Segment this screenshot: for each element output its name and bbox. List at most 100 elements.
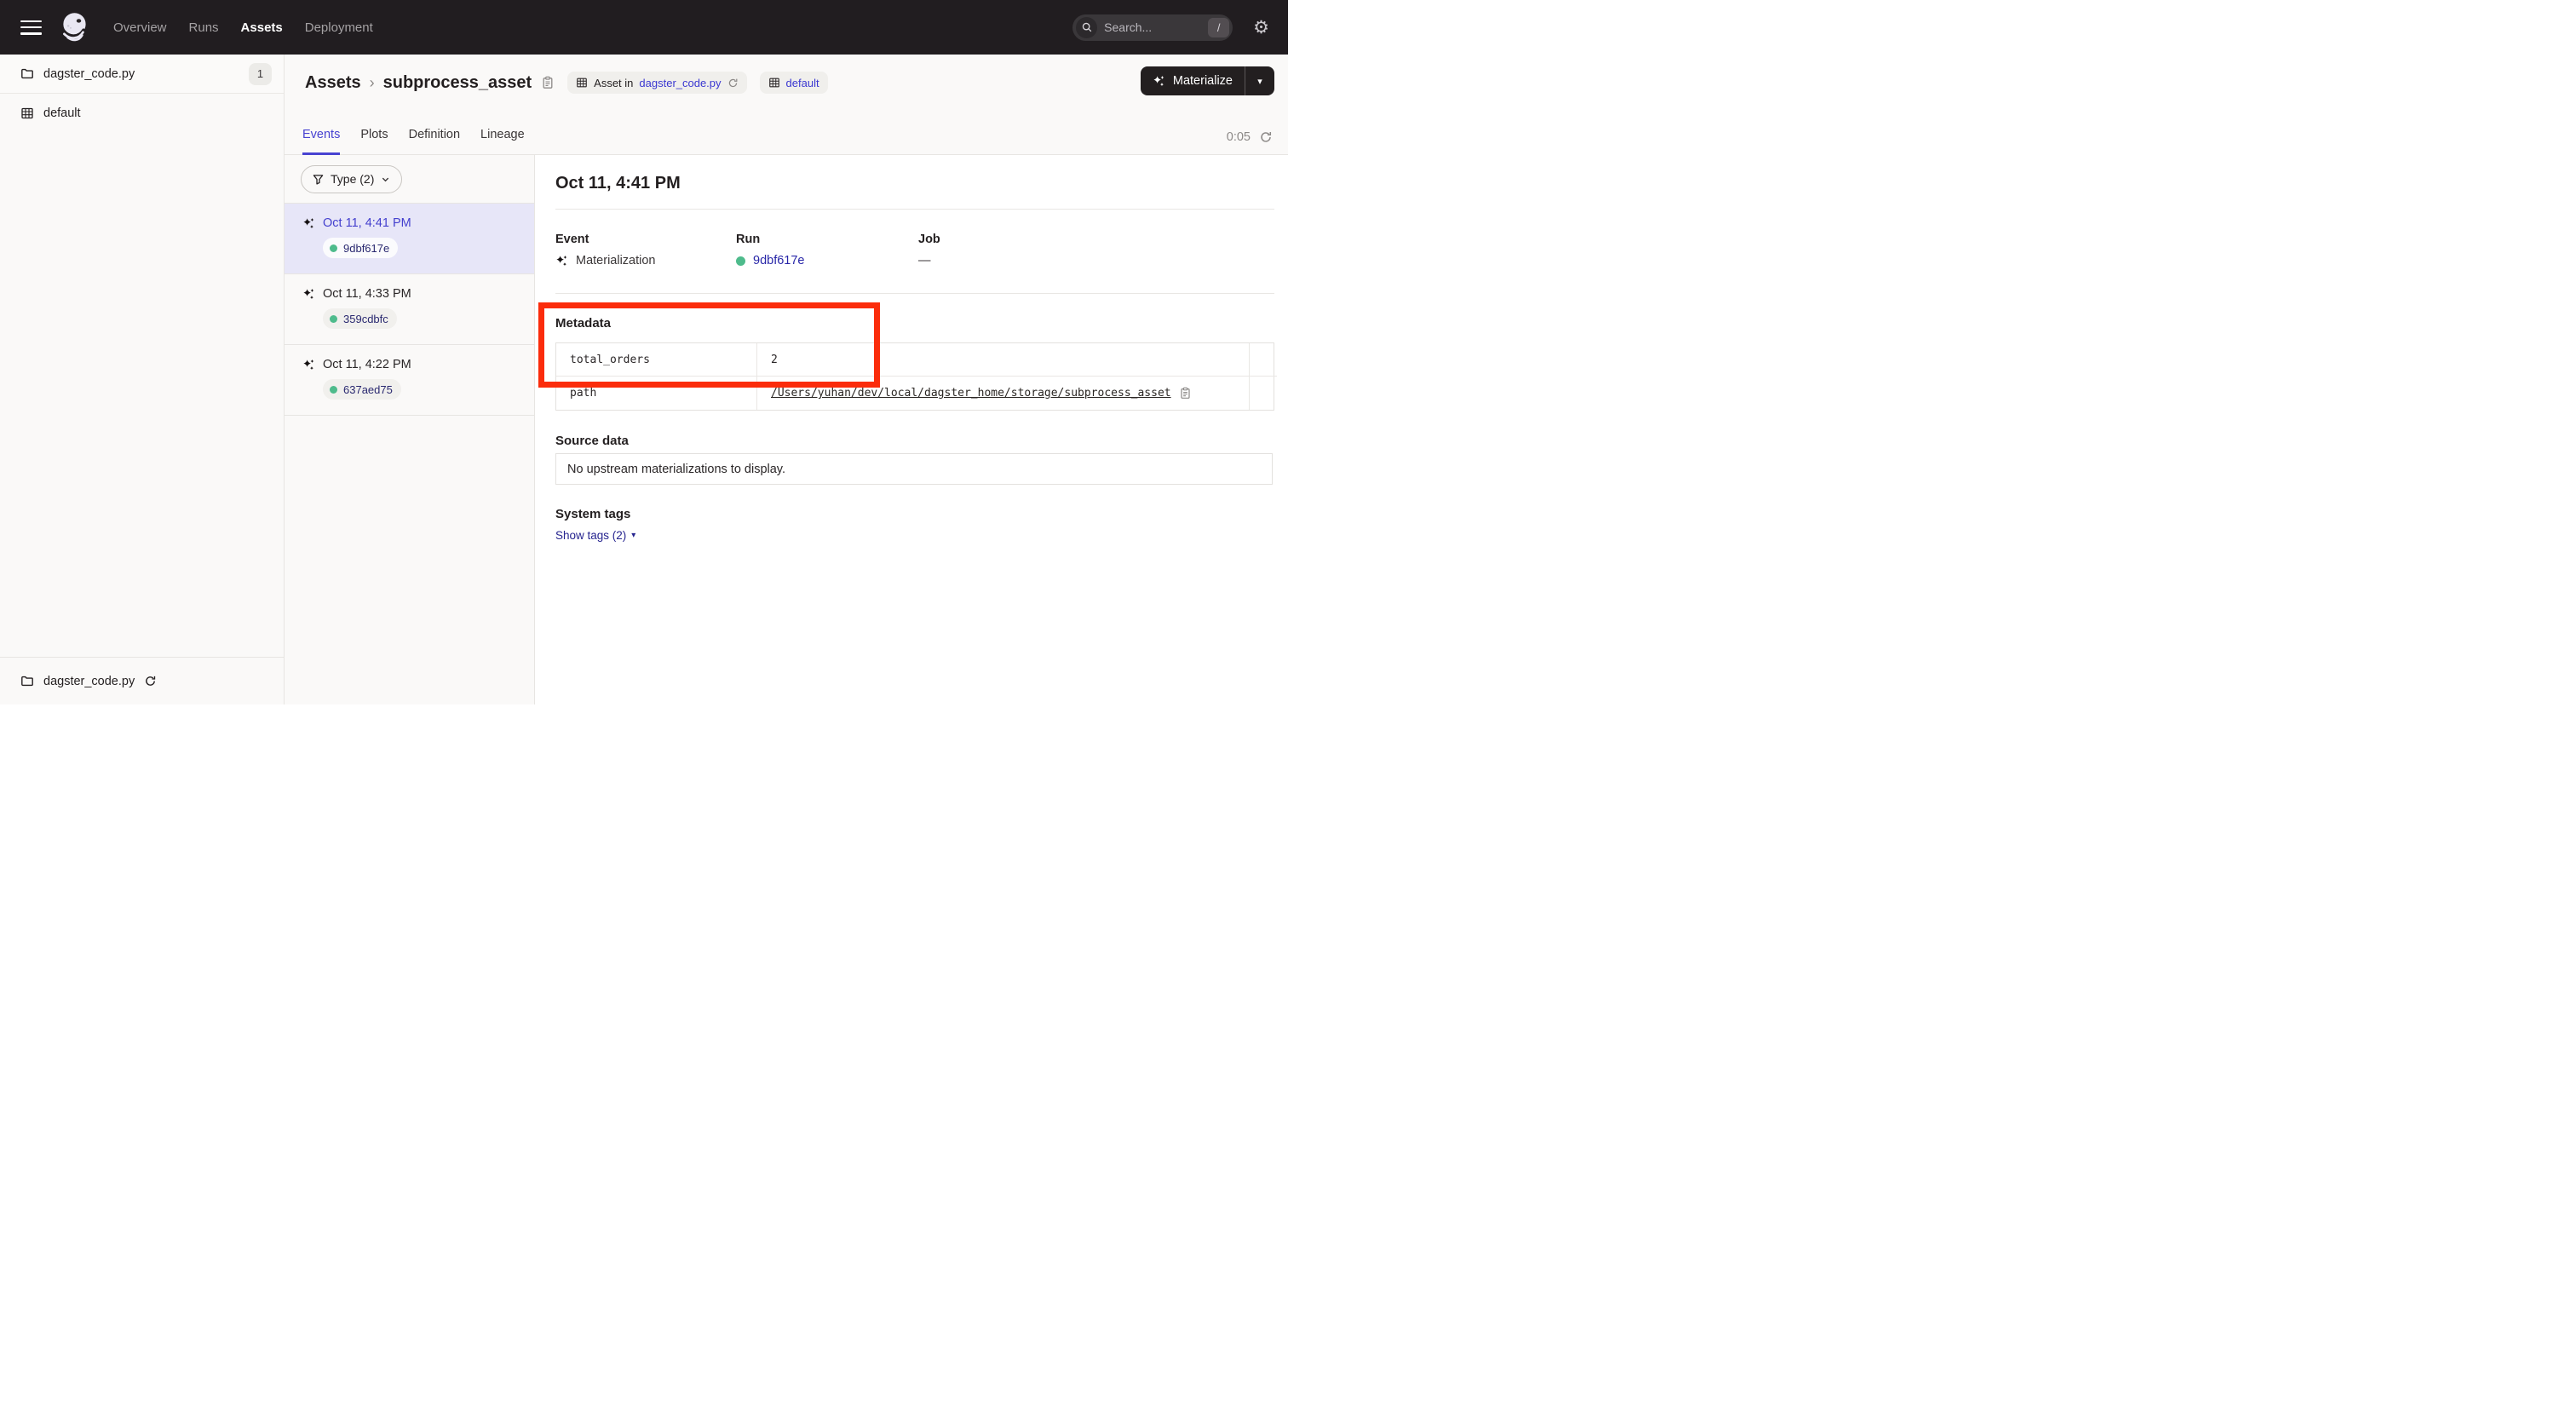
asset-location-tag: Asset in dagster_code.py <box>567 72 746 94</box>
source-data-heading: Source data <box>555 434 1274 448</box>
show-tags-toggle[interactable]: Show tags (2) ▾ <box>555 529 635 542</box>
tab-plots[interactable]: Plots <box>360 128 388 155</box>
refresh-countdown: 0:05 <box>1227 130 1251 144</box>
type-filter-label: Type (2) <box>331 172 374 186</box>
metadata-value-cell: 2 <box>757 343 1250 377</box>
refresh-icon[interactable] <box>1259 130 1273 144</box>
copy-path-icon[interactable] <box>1179 387 1192 400</box>
run-label: Run <box>736 233 918 246</box>
materialize-button[interactable]: Materialize <box>1141 74 1245 88</box>
run-id-pill[interactable]: 9dbf617e <box>323 238 398 258</box>
events-content: Type (2) Oct 11, 4:41 PM <box>285 155 1288 704</box>
event-timestamp-link[interactable]: Oct 11, 4:33 PM <box>323 287 411 301</box>
breadcrumb-assets-link[interactable]: Assets <box>305 73 361 93</box>
sidebar-item-label: default <box>43 106 81 120</box>
funnel-icon <box>313 174 324 185</box>
global-search[interactable]: / <box>1072 14 1233 41</box>
sidebar-bottom-dock: dagster_code.py <box>0 657 284 704</box>
run-id-pill[interactable]: 637aed75 <box>323 379 401 400</box>
code-location-link[interactable]: dagster_code.py <box>639 77 721 89</box>
materialize-label: Materialize <box>1173 74 1233 88</box>
type-filter-button[interactable]: Type (2) <box>301 165 402 193</box>
metadata-heading: Metadata <box>555 316 1274 331</box>
sidebar-item-default-group[interactable]: default <box>0 94 284 133</box>
sidebar-item-label: dagster_code.py <box>43 67 135 81</box>
search-shortcut-badge: / <box>1208 18 1229 37</box>
main-panel: Assets › subprocess_asset Asset in dagst… <box>285 55 1288 704</box>
run-summary-col: Run 9dbf617e <box>736 233 918 267</box>
event-list-item[interactable]: Oct 11, 4:41 PM 9dbf617e <box>285 204 534 274</box>
metadata-key-cell: total_orders <box>556 343 757 377</box>
job-label: Job <box>918 233 1274 246</box>
nav-item-assets[interactable]: Assets <box>241 20 283 35</box>
folder-icon <box>20 67 34 81</box>
metadata-path-link[interactable]: /Users/yuhan/dev/local/dagster_home/stor… <box>771 387 1171 400</box>
group-default-link[interactable]: default <box>786 77 819 89</box>
run-status-dot <box>736 256 745 266</box>
breadcrumb-separator: › <box>369 74 376 92</box>
event-timestamp-link[interactable]: Oct 11, 4:22 PM <box>323 358 411 371</box>
bottom-code-location-label: dagster_code.py <box>43 675 135 688</box>
search-icon <box>1076 17 1097 38</box>
metadata-spacer-cell <box>1250 377 1277 410</box>
event-list-item[interactable]: Oct 11, 4:22 PM 637aed75 <box>285 345 534 416</box>
run-status-dot <box>330 244 337 252</box>
asset-count-badge: 1 <box>249 63 272 85</box>
event-detail-heading: Oct 11, 4:41 PM <box>555 174 1274 193</box>
run-status-dot <box>330 315 337 323</box>
repo-grid-icon <box>768 77 780 89</box>
source-data-empty-box: No upstream materializations to display. <box>555 453 1273 485</box>
run-id-label: 359cdbfc <box>343 313 388 325</box>
metadata-table: total_orders 2 path /Users/yuhan/dev/loc… <box>555 342 1274 411</box>
materialize-dropdown-button[interactable]: ▾ <box>1245 76 1274 87</box>
topnav-right-cluster: / ⚙ <box>1072 14 1274 41</box>
dagster-logo-icon[interactable] <box>57 9 93 45</box>
dagster-app: Overview Runs Assets Deployment / ⚙ dags… <box>0 0 1288 704</box>
event-summary-col: Event Materialization <box>555 233 736 267</box>
copy-asset-name-icon[interactable] <box>541 76 555 89</box>
nav-item-overview[interactable]: Overview <box>113 20 167 35</box>
materialization-sparkle-icon <box>302 288 315 301</box>
materialize-split-button: Materialize ▾ <box>1141 66 1274 95</box>
system-tags-heading: System tags <box>555 507 1274 521</box>
caret-down-icon: ▾ <box>631 531 635 540</box>
run-id-label: 9dbf617e <box>343 242 389 255</box>
search-input[interactable] <box>1097 20 1208 34</box>
reload-code-location-icon[interactable] <box>144 675 157 687</box>
repo-grid-icon <box>20 106 34 120</box>
asset-location-prefix: Asset in <box>594 77 633 89</box>
run-id-link[interactable]: 9dbf617e <box>753 254 804 267</box>
event-timestamp-link[interactable]: Oct 11, 4:41 PM <box>323 216 411 230</box>
refresh-location-icon[interactable] <box>727 78 739 89</box>
hamburger-menu-icon[interactable] <box>20 20 42 35</box>
nav-item-deployment[interactable]: Deployment <box>305 20 373 35</box>
run-status-dot <box>330 386 337 394</box>
job-value: — <box>918 254 931 267</box>
refresh-timer: 0:05 <box>1227 130 1273 144</box>
gear-icon[interactable]: ⚙ <box>1253 17 1269 37</box>
nav-item-runs[interactable]: Runs <box>189 20 219 35</box>
sidebar-item-code-location[interactable]: dagster_code.py 1 <box>0 55 284 94</box>
run-id-pill[interactable]: 359cdbfc <box>323 308 397 329</box>
code-location-sidebar: dagster_code.py 1 default dagster_code.p… <box>0 55 285 704</box>
group-tag: default <box>760 72 828 94</box>
sparkle-icon <box>1153 75 1165 88</box>
tab-events[interactable]: Events <box>302 128 340 155</box>
top-navigation-bar: Overview Runs Assets Deployment / ⚙ <box>0 0 1288 55</box>
folder-icon <box>20 675 34 688</box>
source-data-empty-message: No upstream materializations to display. <box>567 463 785 476</box>
tab-lineage[interactable]: Lineage <box>480 128 525 155</box>
primary-nav: Overview Runs Assets Deployment <box>113 20 373 35</box>
event-list-item[interactable]: Oct 11, 4:33 PM 359cdbfc <box>285 274 534 345</box>
tab-definition[interactable]: Definition <box>409 128 460 155</box>
page-title: subprocess_asset <box>383 73 532 93</box>
divider <box>555 293 1274 294</box>
chevron-down-icon <box>381 175 390 184</box>
breadcrumb: Assets › subprocess_asset Asset in dagst… <box>285 55 1288 94</box>
event-list-panel: Type (2) Oct 11, 4:41 PM <box>285 155 535 704</box>
event-type-value: Materialization <box>576 254 656 267</box>
materialization-sparkle-icon <box>302 359 315 371</box>
event-detail-panel: Oct 11, 4:41 PM Event Materialization <box>535 155 1288 704</box>
metadata-spacer-cell <box>1250 343 1277 377</box>
event-label: Event <box>555 233 736 246</box>
